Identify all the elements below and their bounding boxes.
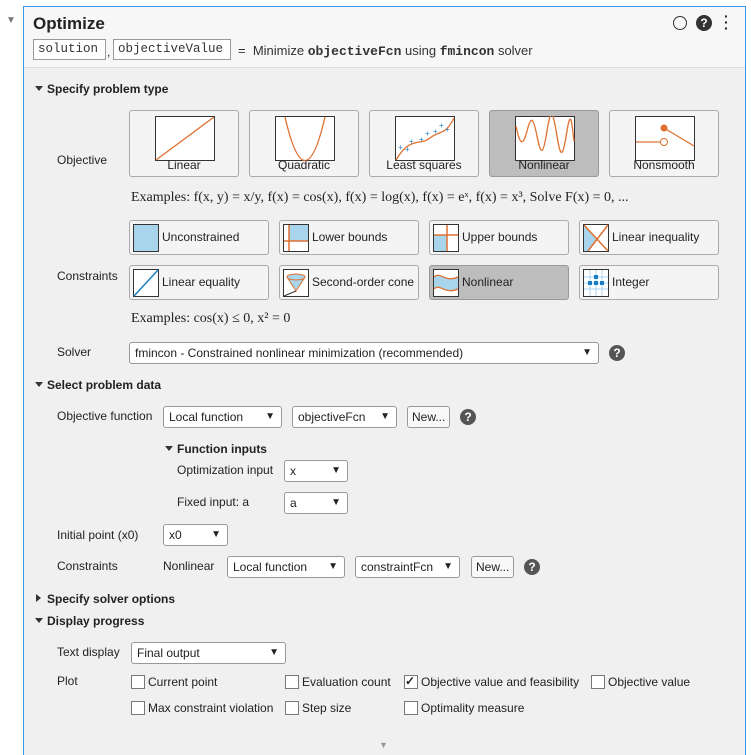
linear-equality-icon <box>133 269 159 297</box>
initial-point-label: Initial point (x0) <box>57 528 139 542</box>
objective-nonlinear-button[interactable]: Nonlinear <box>489 110 599 177</box>
autorun-icon[interactable] <box>673 16 687 30</box>
tile-label: Linear <box>167 158 201 172</box>
constraint-source-dropdown[interactable]: Local function <box>227 556 345 578</box>
solver-dropdown[interactable]: fmincon - Constrained nonlinear minimiza… <box>129 342 599 364</box>
constraint-nonlinear-button[interactable]: Nonlinear <box>429 265 569 300</box>
constraint-integer-button[interactable]: Integer <box>579 265 719 300</box>
plot-label: Plot <box>57 674 78 688</box>
objective-least-squares-button[interactable]: + + + + + + + + Least squares <box>369 110 479 177</box>
objective-function-dropdown[interactable]: objectiveFcn <box>292 406 397 428</box>
constraint-help-icon[interactable]: ? <box>524 559 540 575</box>
constraint-linear-inequality-button[interactable]: Linear inequality <box>579 220 719 255</box>
solver-label: Solver <box>57 345 92 359</box>
svg-text:+: + <box>425 129 430 138</box>
nonsmooth-plot-icon <box>635 116 695 161</box>
tile-label: Quadratic <box>277 158 331 172</box>
nonlinear-plot-icon <box>515 116 575 161</box>
svg-text:+: + <box>409 137 414 146</box>
help-icon[interactable]: ? <box>696 15 712 31</box>
svg-text:+: + <box>398 143 403 152</box>
optimization-input-dropdown[interactable]: x <box>284 460 348 482</box>
output-objective-value[interactable]: objectiveValue <box>113 39 231 60</box>
objective-help-icon[interactable]: ? <box>460 409 476 425</box>
objective-function-label: Objective function <box>57 409 153 423</box>
solver-help-icon[interactable]: ? <box>609 345 625 361</box>
lower-bounds-icon <box>283 224 309 252</box>
new-objective-button[interactable]: New... <box>407 406 451 428</box>
plot-objective-value-checkbox[interactable]: Objective value <box>591 675 690 689</box>
tile-label: Least squares <box>386 158 462 172</box>
svg-text:+: + <box>419 135 424 144</box>
svg-text:+: + <box>405 145 410 154</box>
output-solution[interactable]: solution <box>33 39 106 60</box>
initial-point-dropdown[interactable]: x0 <box>163 524 228 546</box>
constraints-fcn-label: Constraints <box>57 559 118 573</box>
upper-bounds-icon <box>433 224 459 252</box>
section-problem-type[interactable]: Specify problem type <box>34 82 168 96</box>
objective-examples: Examples: f(x, y) = x/y, f(x) = cos(x), … <box>131 190 629 205</box>
tile-label: Nonsmooth <box>633 158 695 172</box>
constraint-function-dropdown[interactable]: constraintFcn <box>355 556 460 578</box>
section-solver-options[interactable]: Specify solver options <box>35 592 175 606</box>
svg-text:+: + <box>439 121 444 130</box>
expand-output-icon[interactable]: ▼ <box>379 740 388 750</box>
objective-label: Objective <box>57 153 108 167</box>
text-display-label: Text display <box>57 645 120 659</box>
constraint-linear-equality-button[interactable]: Linear equality <box>129 265 269 300</box>
fixed-input-label: Fixed input: a <box>177 495 250 509</box>
plot-max-constraint-checkbox[interactable]: Max constraint violation <box>131 701 273 715</box>
tile-label: Nonlinear <box>518 158 570 172</box>
objective-nonsmooth-button[interactable]: Nonsmooth <box>609 110 719 177</box>
objective-linear-button[interactable]: Linear <box>129 110 239 177</box>
linear-plot-icon <box>155 116 215 161</box>
constraint-upper-bounds-button[interactable]: Upper bounds <box>429 220 569 255</box>
objective-source-dropdown[interactable]: Local function <box>163 406 282 428</box>
constraint-examples: Examples: cos(x) ≤ 0, x² = 0 <box>131 311 291 326</box>
text-display-dropdown[interactable]: Final output <box>131 642 286 664</box>
constraint-second-order-cone-button[interactable]: Second-order cone <box>279 265 419 300</box>
nonlinear-constraint-icon <box>433 269 459 297</box>
task-summary: = Minimize objectiveFcn using fmincon so… <box>238 43 533 59</box>
constraint-lower-bounds-button[interactable]: Lower bounds <box>279 220 419 255</box>
constraint-type-label: Nonlinear <box>163 559 215 573</box>
task-header: Optimize ? · · · solution , objectiveValue… <box>24 7 745 68</box>
task-title: Optimize <box>33 14 105 33</box>
second-order-cone-icon <box>283 269 309 297</box>
plot-objective-feasibility-checkbox[interactable]: Objective value and feasibility <box>404 674 579 689</box>
optimization-input-label: Optimization input <box>177 463 274 477</box>
svg-text:+: + <box>445 125 450 134</box>
collapse-task-icon[interactable]: ▼ <box>6 15 16 26</box>
more-options-icon[interactable]: · · · <box>724 9 729 35</box>
objective-quadratic-button[interactable]: Quadratic <box>249 110 359 177</box>
constraint-unconstrained-button[interactable]: Unconstrained <box>129 220 269 255</box>
fixed-input-dropdown[interactable]: a <box>284 492 348 514</box>
new-constraint-button[interactable]: New... <box>471 556 515 578</box>
function-inputs-toggle[interactable]: Function inputs <box>165 442 267 456</box>
linear-inequality-icon <box>583 224 609 252</box>
plot-evaluation-count-checkbox[interactable]: Evaluation count <box>285 675 391 689</box>
least-squares-plot-icon: + ++ ++ ++ + <box>395 116 455 161</box>
integer-icon <box>583 269 609 297</box>
plot-current-point-checkbox[interactable]: Current point <box>131 675 217 689</box>
section-problem-data[interactable]: Select problem data <box>34 378 161 392</box>
constraints-label: Constraints <box>57 269 118 283</box>
unconstrained-icon <box>133 224 159 252</box>
section-display-progress[interactable]: Display progress <box>34 614 144 628</box>
svg-text:+: + <box>433 127 438 136</box>
plot-step-size-checkbox[interactable]: Step size <box>285 701 351 715</box>
plot-optimality-checkbox[interactable]: Optimality measure <box>404 701 524 715</box>
quadratic-plot-icon <box>275 116 335 161</box>
